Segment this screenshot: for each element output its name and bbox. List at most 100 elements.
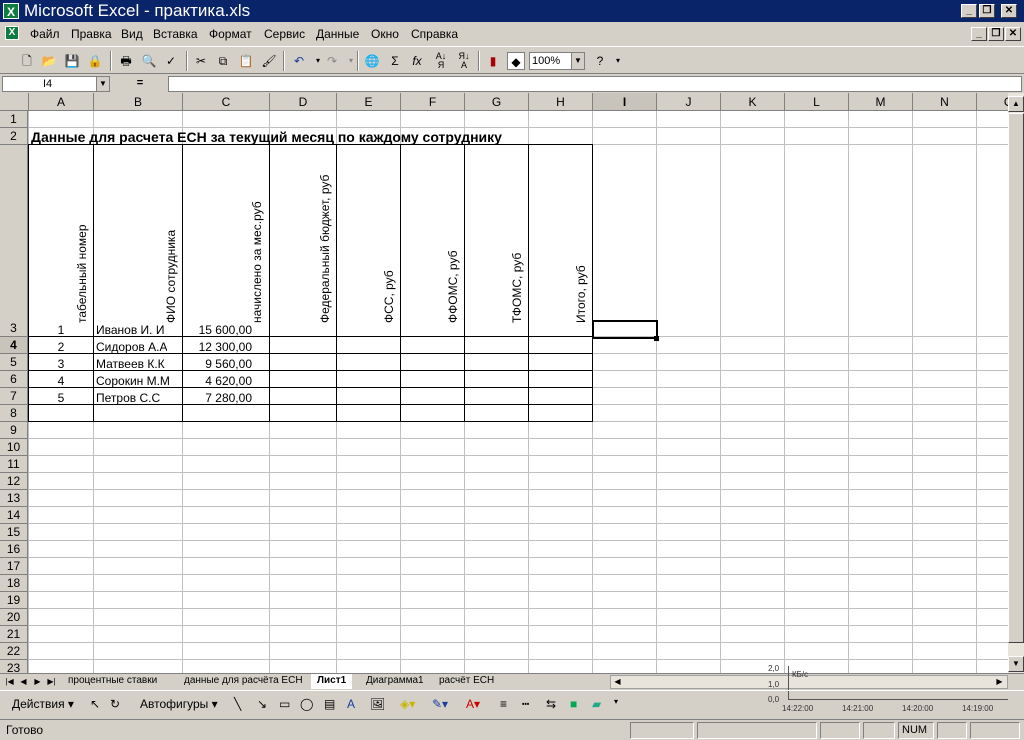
function-icon[interactable]: fx bbox=[408, 52, 426, 70]
shadow-icon[interactable]: ■ bbox=[570, 697, 577, 711]
header-ffoms[interactable]: ФФОМС, руб bbox=[446, 238, 460, 323]
redo-icon[interactable]: ↷ bbox=[323, 52, 341, 70]
row-header-22[interactable]: 22 bbox=[0, 643, 28, 660]
row-header-9[interactable]: 9 bbox=[0, 422, 28, 439]
rotate-icon[interactable]: ↻ bbox=[110, 697, 120, 711]
zoom-box[interactable]: 100% ▼ bbox=[529, 52, 585, 70]
cell-c7[interactable]: 4 620,00 bbox=[183, 374, 269, 388]
header-tfoms[interactable]: ТФОМС, руб bbox=[510, 241, 524, 323]
col-header-f[interactable]: F bbox=[401, 93, 465, 111]
cell-c6[interactable]: 9 560,00 bbox=[183, 357, 269, 371]
paste-icon[interactable]: 📋 bbox=[237, 52, 255, 70]
line-color-icon[interactable]: ✎▾ bbox=[432, 697, 448, 711]
arrow-icon[interactable]: ↘ bbox=[257, 697, 267, 711]
sheet-title[interactable]: Данные для расчета ЕСН за текущий месяц … bbox=[31, 129, 502, 145]
row-header-14[interactable]: 14 bbox=[0, 507, 28, 524]
save-icon[interactable]: 💾 bbox=[63, 52, 81, 70]
row-header-8[interactable]: 8 bbox=[0, 405, 28, 422]
textbox-icon[interactable]: ▤ bbox=[324, 697, 335, 711]
row-header-15[interactable]: 15 bbox=[0, 524, 28, 541]
fill-color-icon[interactable]: ◈▾ bbox=[400, 697, 415, 711]
row-header-1[interactable]: 1 bbox=[0, 111, 28, 128]
3d-icon[interactable]: ▰ bbox=[592, 697, 601, 711]
col-header-c[interactable]: C bbox=[183, 93, 270, 111]
row-header-13[interactable]: 13 bbox=[0, 490, 28, 507]
tab-rates[interactable]: процентные ставки bbox=[62, 674, 163, 689]
row-header-23[interactable]: 23 bbox=[0, 660, 28, 673]
cut-icon[interactable]: ✂ bbox=[192, 52, 210, 70]
name-box-dropdown-icon[interactable]: ▼ bbox=[96, 77, 109, 91]
menu-insert[interactable]: Вставка bbox=[153, 27, 198, 41]
row-header-17[interactable]: 17 bbox=[0, 558, 28, 575]
col-header-e[interactable]: E bbox=[337, 93, 401, 111]
prev-sheet-icon[interactable]: ◀ bbox=[17, 675, 30, 688]
col-header-j[interactable]: J bbox=[657, 93, 721, 111]
sort-descending-icon[interactable]: Я↓ А bbox=[455, 52, 473, 70]
row-header-6[interactable]: 6 bbox=[0, 371, 28, 388]
name-box[interactable]: I4 ▼ bbox=[2, 76, 110, 92]
undo-icon[interactable]: ↶ bbox=[290, 52, 308, 70]
cell-b5[interactable]: Сидоров А.А bbox=[96, 340, 167, 354]
cell-b4[interactable]: Иванов И. И bbox=[96, 323, 164, 337]
row-header-10[interactable]: 10 bbox=[0, 439, 28, 456]
vertical-scrollbar[interactable]: ▲ ▼ bbox=[1008, 93, 1024, 673]
autoshapes-menu[interactable]: Автофигуры ▾ bbox=[140, 697, 218, 711]
header-federal-budget[interactable]: Федеральный бюджет, руб bbox=[318, 163, 332, 323]
header-tab-number[interactable]: табельный номер bbox=[75, 213, 89, 324]
row-header-4[interactable]: 4 bbox=[0, 337, 28, 354]
actions-menu[interactable]: Действия ▾ bbox=[12, 697, 74, 711]
cell-a7[interactable]: 4 bbox=[29, 374, 93, 388]
menu-edit[interactable]: Правка bbox=[71, 27, 112, 41]
workbook-icon[interactable]: X bbox=[5, 26, 19, 40]
row-header-18[interactable]: 18 bbox=[0, 575, 28, 592]
drawing-icon[interactable]: ◆ bbox=[507, 52, 525, 70]
autosum-icon[interactable]: Σ bbox=[386, 52, 404, 70]
row-header-11[interactable]: 11 bbox=[0, 456, 28, 473]
formula-input[interactable] bbox=[168, 76, 1022, 92]
cell-c8[interactable]: 7 280,00 bbox=[183, 391, 269, 405]
arrow-style-icon[interactable]: ⇆ bbox=[546, 697, 556, 711]
menu-format[interactable]: Формат bbox=[209, 27, 252, 41]
header-accrued[interactable]: начислено за мес.руб bbox=[250, 183, 264, 323]
zoom-dropdown-icon[interactable]: ▼ bbox=[571, 53, 584, 69]
permission-icon[interactable]: 🔒 bbox=[86, 52, 104, 70]
col-header-m[interactable]: M bbox=[849, 93, 913, 111]
new-icon[interactable]: 🗋 bbox=[18, 52, 36, 70]
equals-button[interactable]: = bbox=[112, 76, 168, 92]
row-header-2[interactable]: 2 bbox=[0, 128, 28, 145]
scroll-up-icon[interactable]: ▲ bbox=[1008, 96, 1024, 112]
doc-close-button[interactable]: ✕ bbox=[1005, 27, 1021, 41]
cell-c4[interactable]: 15 600,00 bbox=[183, 323, 269, 337]
chart-wizard-icon[interactable]: ▮ bbox=[484, 52, 502, 70]
scroll-thumb[interactable] bbox=[1008, 113, 1024, 643]
tab-esn-calc[interactable]: расчёт ЕСН bbox=[433, 674, 500, 689]
cell-b6[interactable]: Матвеев К.К bbox=[96, 357, 165, 371]
format-painter-icon[interactable]: 🖌 bbox=[260, 52, 278, 70]
open-icon[interactable]: 📂 bbox=[40, 52, 58, 70]
row-header-20[interactable]: 20 bbox=[0, 609, 28, 626]
row-header-19[interactable]: 19 bbox=[0, 592, 28, 609]
menu-help[interactable]: Справка bbox=[411, 27, 458, 41]
toolbar-options-icon[interactable]: ▾ bbox=[609, 52, 627, 70]
dash-style-icon[interactable]: ┅ bbox=[522, 697, 529, 711]
row-header-21[interactable]: 21 bbox=[0, 626, 28, 643]
spelling-icon[interactable]: ✓ bbox=[162, 52, 180, 70]
cell-b8[interactable]: Петров С.С bbox=[96, 391, 160, 405]
scroll-left-icon[interactable]: ◀ bbox=[611, 676, 624, 688]
cell-a5[interactable]: 2 bbox=[29, 340, 93, 354]
col-header-l[interactable]: L bbox=[785, 93, 849, 111]
doc-minimize-button[interactable]: _ bbox=[971, 27, 987, 41]
row-header-3[interactable]: 3 bbox=[0, 145, 28, 337]
copy-icon[interactable]: ⧉ bbox=[214, 52, 232, 70]
menu-file[interactable]: Файл bbox=[30, 27, 60, 41]
cell-b7[interactable]: Сорокин М.М bbox=[96, 374, 170, 388]
next-sheet-icon[interactable]: ▶ bbox=[31, 675, 44, 688]
col-header-d[interactable]: D bbox=[270, 93, 337, 111]
cell-a8[interactable]: 5 bbox=[29, 391, 93, 405]
header-full-name[interactable]: ФИО сотрудника bbox=[164, 213, 178, 323]
row-header-16[interactable]: 16 bbox=[0, 541, 28, 558]
tab-sheet1[interactable]: Лист1 bbox=[311, 674, 353, 689]
scroll-down-icon[interactable]: ▼ bbox=[1008, 656, 1024, 672]
row-header-5[interactable]: 5 bbox=[0, 354, 28, 371]
active-cell-cursor[interactable] bbox=[592, 320, 658, 339]
